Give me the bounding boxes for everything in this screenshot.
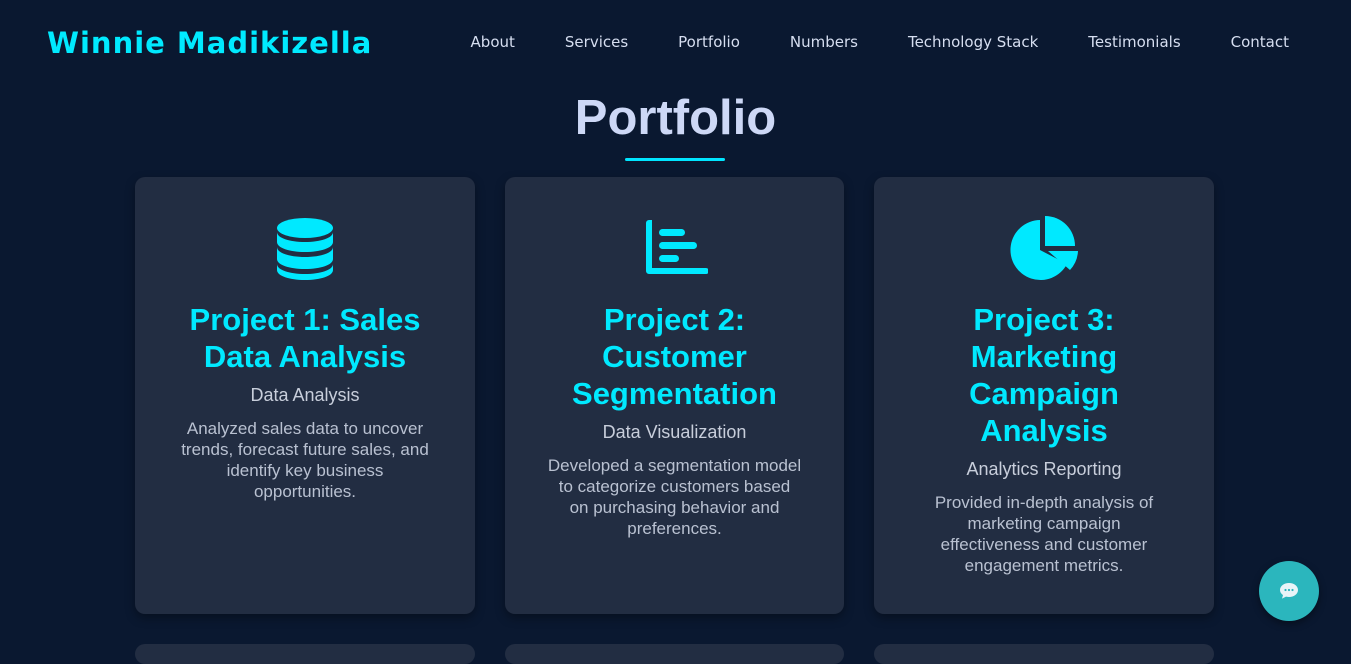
project-title: Project 2: Customer Segmentation <box>572 302 777 411</box>
project-card-3[interactable]: Project 3: Marketing Campaign Analysis A… <box>874 177 1214 614</box>
project-category: Analytics Reporting <box>966 459 1122 479</box>
project-card-peek[interactable] <box>135 644 475 664</box>
project-description: Provided in-depth analysis of marketing … <box>934 493 1154 575</box>
project-category: Data Visualization <box>602 422 747 442</box>
project-title: Project 1: Sales Data Analysis <box>189 302 421 374</box>
project-card-2[interactable]: Project 2: Customer Segmentation Data Vi… <box>505 177 844 614</box>
title-underline <box>625 158 725 161</box>
project-title: Project 3: Marketing Campaign Analysis <box>969 302 1119 448</box>
database-icon <box>165 215 445 283</box>
nav-about[interactable]: About <box>471 33 515 51</box>
nav-numbers[interactable]: Numbers <box>790 33 858 51</box>
main-nav: About Services Portfolio Numbers Technol… <box>421 33 1289 51</box>
section-title: Portfolio <box>574 91 777 145</box>
nav-portfolio[interactable]: Portfolio <box>678 33 740 51</box>
pie-chart-icon <box>904 215 1184 283</box>
bar-chart-icon <box>535 215 814 283</box>
project-description: Analyzed sales data to uncover trends, f… <box>181 419 429 501</box>
nav-testimonials[interactable]: Testimonials <box>1088 33 1180 51</box>
nav-contact[interactable]: Contact <box>1231 33 1289 51</box>
project-card-1[interactable]: Project 1: Sales Data Analysis Data Anal… <box>135 177 475 614</box>
nav-services[interactable]: Services <box>565 33 628 51</box>
project-description: Developed a segmentation model to catego… <box>547 456 802 538</box>
project-category: Data Analysis <box>250 385 360 405</box>
site-logo[interactable]: Winnie Madikizella <box>47 26 372 60</box>
site-header: Winnie Madikizella About Services Portfo… <box>0 0 1351 86</box>
project-card-peek[interactable] <box>874 644 1214 664</box>
project-card-peek[interactable] <box>505 644 844 664</box>
chat-button[interactable] <box>1259 561 1319 621</box>
nav-technology-stack[interactable]: Technology Stack <box>908 33 1038 51</box>
chat-bubble-icon <box>1280 583 1298 599</box>
